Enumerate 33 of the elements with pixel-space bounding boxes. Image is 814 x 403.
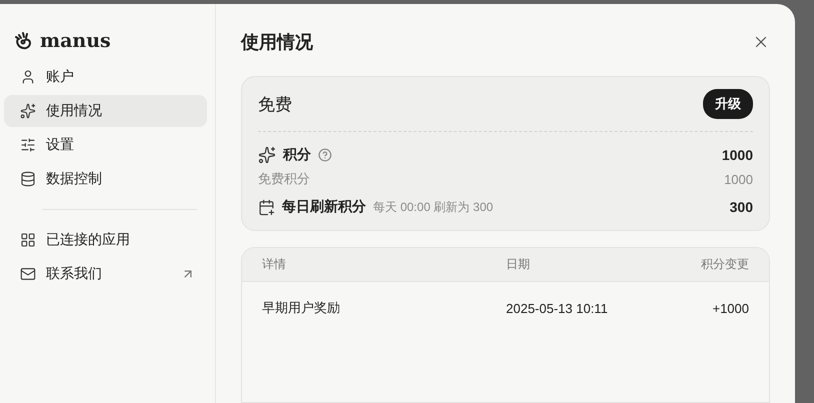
sidebar-item[interactable]: 数据控制 [4,163,207,195]
sidebar-item[interactable]: 设置 [4,129,207,161]
grid-icon [20,232,36,248]
column-header: 积分变更 [700,256,749,273]
hand-logo-icon [14,30,34,52]
column-header: 日期 [506,256,531,273]
credits-value: 1000 [722,147,753,163]
table-cell-text: +1000 [711,300,749,316]
daily-credits-label: 每日刷新积分 [282,198,366,216]
free-credits-value: 1000 [724,172,753,186]
database-icon [20,171,36,187]
table-cell-text: 2025-05-13 10:11 [506,300,609,316]
sliders-icon [20,137,36,153]
daily-credits-note: 每天 00:00 刷新为 300 [373,198,494,216]
daily-credits-value: 300 [730,199,753,215]
column-header: 详情 [262,256,287,273]
sidebar-item[interactable]: 使用情况 [4,95,207,127]
sidebar-item[interactable]: 账户 [4,61,207,93]
page-title: 使用情况 [241,31,313,54]
sparkle-icon [258,146,276,164]
sparkle-icon [20,103,36,119]
mail-icon [20,266,36,282]
credits-label: 积分 [283,146,311,164]
brand-name: manus [40,30,111,52]
sidebar-item[interactable]: 联系我们 [4,258,207,290]
free-credits-label: 免费积分 [258,170,310,188]
plan-name: 免费 [258,94,292,116]
table-cell-text: 早期用户奖励 [262,299,341,317]
sidebar-item[interactable]: 已连接的应用 [4,224,207,256]
user-icon [20,69,36,85]
help-icon[interactable] [318,148,332,162]
upgrade-button[interactable]: 升级 [703,89,753,119]
calendar-icon [258,198,275,216]
